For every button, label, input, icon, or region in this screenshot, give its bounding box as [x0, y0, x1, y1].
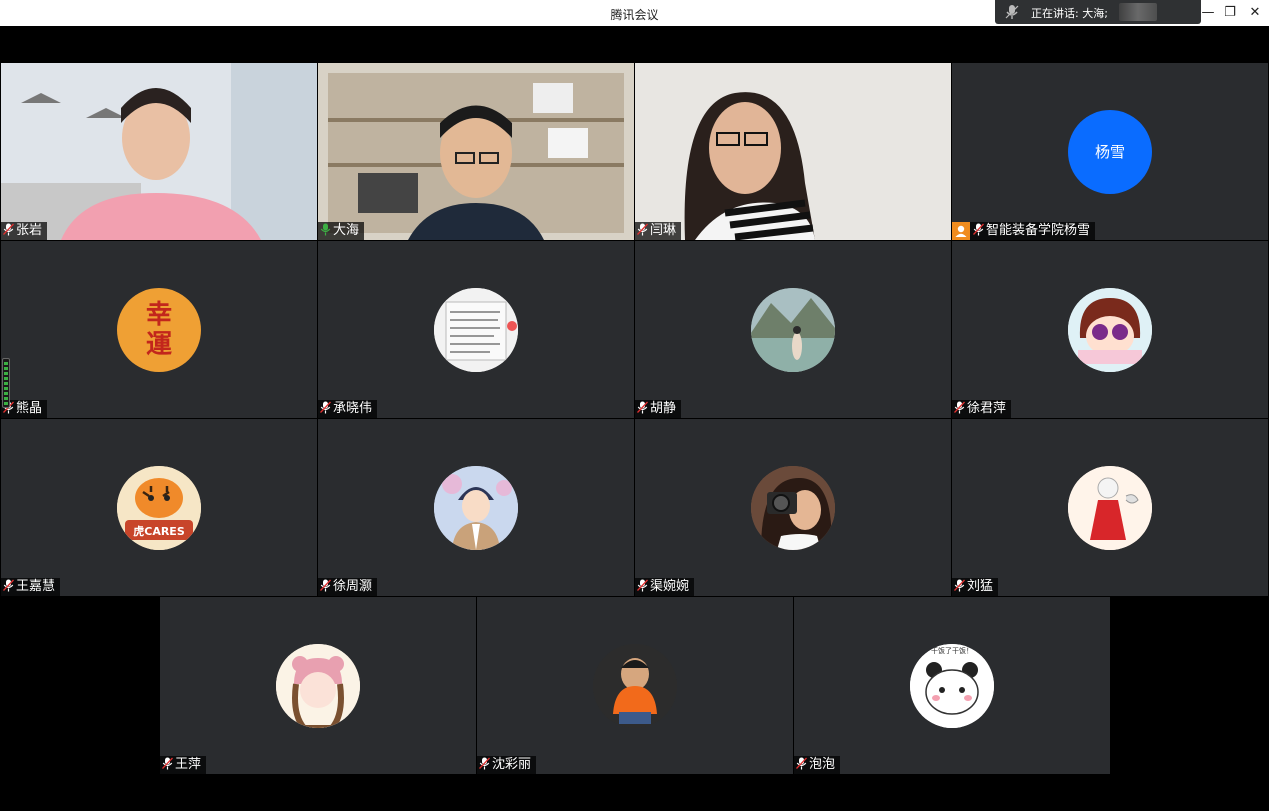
mic-muted-icon [973, 223, 984, 236]
mic-muted-icon [796, 757, 807, 770]
participant-name: 泡泡 [809, 757, 836, 772]
participant-tile[interactable]: 干饭了干饭！ 泡泡 [794, 597, 1110, 774]
participant-name-tag: 大海 [318, 222, 365, 240]
volume-segment [4, 372, 8, 375]
participant-tile[interactable]: 渠婉婉 [635, 419, 951, 596]
mic-muted-icon [637, 579, 648, 592]
participant-tile[interactable]: 刘猛 [952, 419, 1268, 596]
avatar-glyphs: 虎CARES [133, 524, 185, 538]
volume-segment [4, 362, 8, 365]
participant-tile[interactable]: 徐君萍 [952, 241, 1268, 418]
participant-name-tag: 徐周灏 [318, 578, 378, 596]
participant-tile[interactable]: 大海 [318, 63, 634, 240]
camera-girl-avatar [751, 465, 835, 550]
participant-name: 渠婉婉 [650, 579, 690, 594]
participant-video [635, 63, 951, 240]
participant-tile[interactable]: 虎CARES 王嘉慧 [1, 419, 317, 596]
participant-tile[interactable]: 幸運 熊晶 [1, 241, 317, 418]
participant-tile[interactable]: 胡静 [635, 241, 951, 418]
participant-name-tag: 王嘉慧 [1, 578, 61, 596]
participant-name: 智能装备学院杨雪 [986, 223, 1091, 238]
restore-button[interactable]: ❐ [1222, 5, 1238, 20]
participant-name-tag: 承晓伟 [318, 400, 378, 418]
participant-name: 王嘉慧 [16, 579, 56, 594]
participant-name-tag: 刘猛 [952, 578, 999, 596]
participant-video [318, 63, 634, 240]
participant-name-tag: 沈彩丽 [477, 756, 537, 774]
participant-tile[interactable]: 杨雪 智能装备学院杨雪 [952, 63, 1268, 240]
speaker-avatar-blurred [1119, 3, 1157, 21]
xingyun-calligraphy-avatar: 幸運 [117, 287, 201, 372]
mic-muted-icon [637, 401, 648, 414]
participant-name-tag: 闫琳 [635, 222, 682, 240]
participant-video [1, 63, 317, 240]
avatar-glyphs: 干饭了干饭！ [931, 646, 973, 655]
close-button[interactable]: ✕ [1247, 5, 1263, 20]
mic-muted-icon [3, 223, 14, 236]
volume-segment [4, 387, 8, 390]
participant-name: 沈彩丽 [492, 757, 532, 772]
speaking-indicator: 正在讲话: 大海; [995, 0, 1201, 24]
participant-tile[interactable]: 承晓伟 [318, 241, 634, 418]
mic-muted-icon [320, 401, 331, 414]
anime-boy-avatar [434, 465, 518, 550]
mic-muted-icon [637, 223, 648, 236]
speaking-label: 正在讲话: 大海; [1031, 7, 1108, 20]
volume-segment [4, 367, 8, 370]
handwritten-note-avatar [434, 287, 518, 372]
volume-segment [4, 397, 8, 400]
participant-name: 大海 [333, 223, 360, 238]
participant-name-tag: 智能装备学院杨雪 [952, 222, 1096, 240]
participant-tile[interactable]: 闫琳 [635, 63, 951, 240]
bear-hat-girl-avatar [276, 643, 360, 728]
volume-segment [4, 377, 8, 380]
lake-mountain-avatar [751, 287, 835, 372]
tiger-cares-avatar: 虎CARES [117, 465, 201, 550]
participant-tile[interactable]: 王萍 [160, 597, 476, 774]
mic-muted-icon [954, 579, 965, 592]
volume-segment [4, 382, 8, 385]
mic-active-icon [320, 223, 331, 236]
participant-name-tag: 渠婉婉 [635, 578, 695, 596]
minimize-button[interactable]: — [1200, 5, 1216, 20]
window-titlebar: 腾讯会议 正在讲话: 大海; — ❐ ✕ [0, 0, 1269, 26]
participant-name: 张岩 [16, 223, 43, 238]
mic-muted-icon [320, 579, 331, 592]
mic-muted-icon [3, 579, 14, 592]
participant-name-tag: 张岩 [1, 222, 48, 240]
participant-name-tag: 王萍 [160, 756, 207, 774]
panda-bear-sticker-avatar: 干饭了干饭！ [910, 643, 994, 728]
participant-tile[interactable]: 徐周灏 [318, 419, 634, 596]
participant-grid: 张岩 大海 闫琳 杨雪 智能装备学院杨雪 幸運 熊晶 承晓伟 胡静 徐君萍 虎C… [0, 62, 1269, 774]
child-orange-jacket-avatar [593, 643, 677, 728]
mic-muted-icon [162, 757, 173, 770]
mic-muted-icon [479, 757, 490, 770]
volume-segment [4, 402, 8, 405]
host-icon [952, 222, 970, 240]
participant-name: 承晓伟 [333, 401, 373, 416]
mic-muted-icon [1005, 5, 1019, 19]
participant-name-tag: 胡静 [635, 400, 682, 418]
participant-name: 刘猛 [967, 579, 994, 594]
volume-segment [4, 392, 8, 395]
volume-level-meter [2, 358, 10, 408]
participant-name: 熊晶 [16, 401, 43, 416]
mic-muted-icon [954, 401, 965, 414]
avatar-glyphs: 幸運 [145, 299, 172, 360]
avatar-text: 杨雪 [1094, 143, 1125, 161]
red-dress-cartoon-avatar [1068, 465, 1152, 550]
cartoon-girl-sunglasses-avatar [1068, 287, 1152, 372]
participant-name: 胡静 [650, 401, 677, 416]
avatar: 杨雪 [1068, 109, 1152, 194]
participant-tile[interactable]: 沈彩丽 [477, 597, 793, 774]
participant-tile[interactable]: 张岩 [1, 63, 317, 240]
participant-name-tag: 泡泡 [794, 756, 841, 774]
participant-name: 徐周灏 [333, 579, 373, 594]
participant-name: 王萍 [175, 757, 202, 772]
participant-name: 徐君萍 [967, 401, 1007, 416]
participant-name: 闫琳 [650, 223, 677, 238]
participant-name-tag: 徐君萍 [952, 400, 1012, 418]
